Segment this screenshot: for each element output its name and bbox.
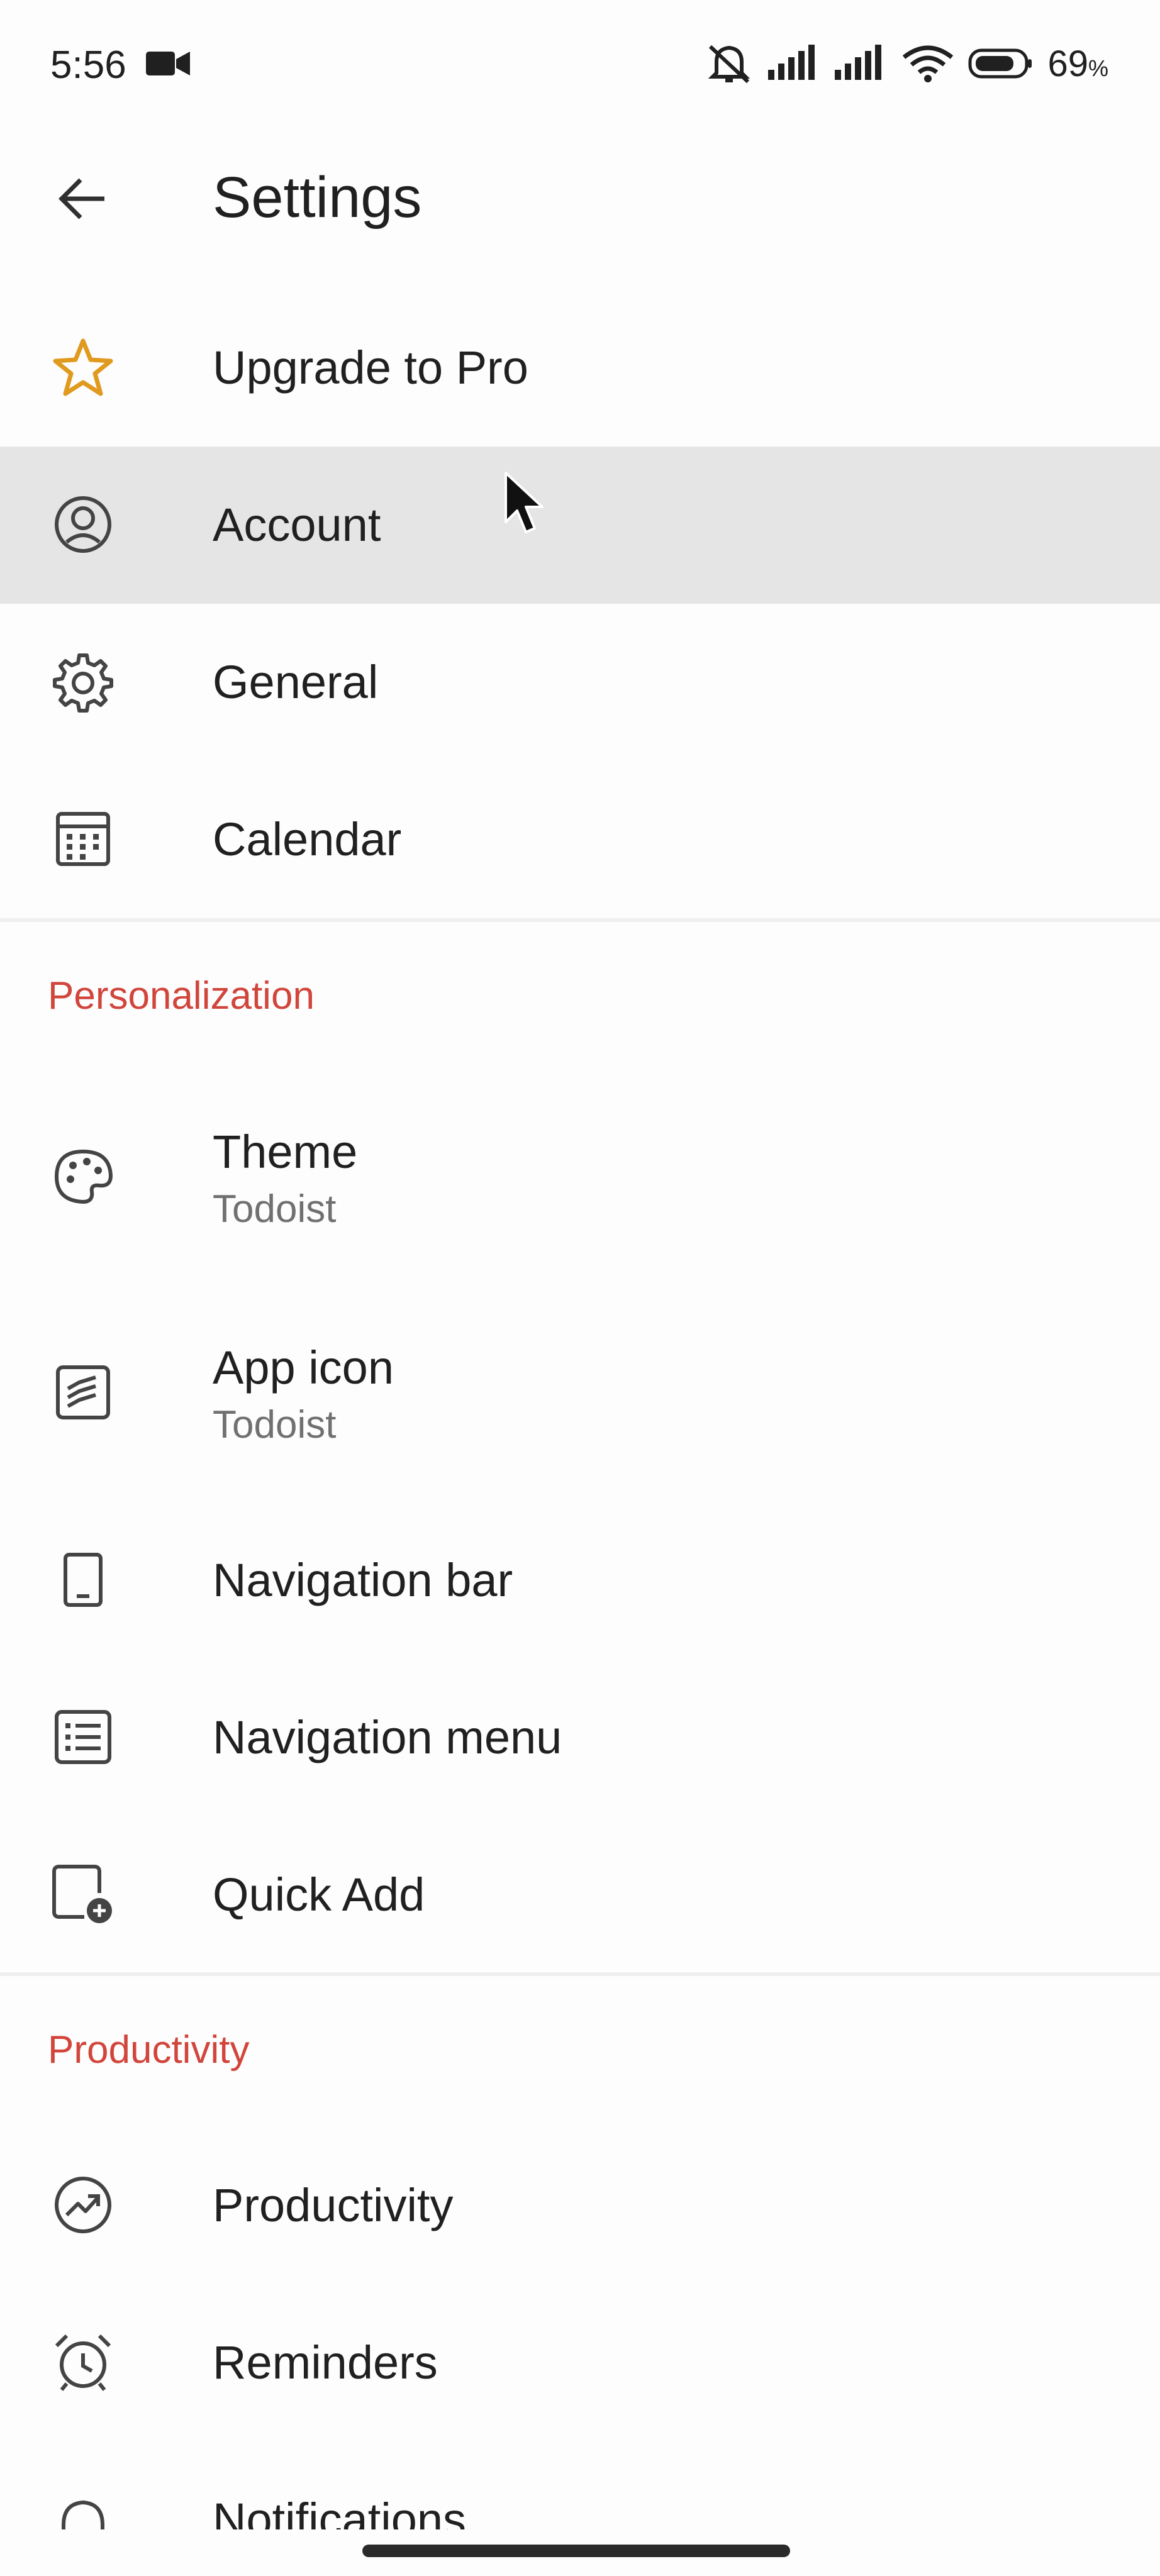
signal-icon <box>768 45 821 82</box>
settings-item-quick-add[interactable]: Quick Add <box>0 1816 1160 1974</box>
divider <box>0 918 1160 922</box>
settings-item-subtitle: Todoist <box>213 1187 337 1231</box>
settings-item-label: General <box>213 656 379 708</box>
settings-item-label: Reminders <box>213 2336 438 2389</box>
divider <box>0 1972 1160 1976</box>
settings-item-theme[interactable]: Theme Todoist <box>0 1097 1160 1255</box>
trend-icon <box>42 2163 125 2246</box>
phone-icon <box>42 1538 125 1621</box>
video-camera-icon <box>146 48 191 79</box>
battery-icon <box>968 47 1034 80</box>
settings-item-subtitle: Todoist <box>213 1403 337 1446</box>
mute-icon <box>704 42 754 86</box>
settings-item-label: Upgrade to Pro <box>213 341 528 394</box>
calendar-icon <box>42 797 125 880</box>
app-bar: Settings <box>0 132 1160 258</box>
section-header-productivity: Productivity <box>48 2028 250 2072</box>
signal-icon <box>835 45 888 82</box>
list-icon <box>42 1696 125 1779</box>
settings-item-label: Account <box>213 499 381 551</box>
star-icon <box>42 326 125 409</box>
settings-item-productivity[interactable]: Productivity <box>0 2127 1160 2284</box>
quick-add-icon <box>42 1853 125 1936</box>
status-time: 5:56 <box>50 43 126 87</box>
alarm-icon <box>42 2321 125 2404</box>
settings-item-label: Quick Add <box>213 1868 425 1921</box>
settings-item-label: Notifications <box>213 2494 467 2529</box>
arrow-left-icon <box>55 176 108 221</box>
battery-level: 69% <box>1047 43 1108 84</box>
settings-item-label: Theme <box>213 1126 358 1178</box>
settings-item-account[interactable]: Account <box>0 447 1160 604</box>
settings-item-label: Navigation menu <box>213 1711 562 1763</box>
settings-item-label: App icon <box>213 1341 394 1394</box>
status-icons: 69% <box>704 42 1108 86</box>
settings-item-label: Calendar <box>213 813 402 865</box>
status-bar: 5:56 69% <box>0 0 1160 132</box>
home-indicator[interactable] <box>362 2545 790 2557</box>
mouse-cursor <box>503 470 547 540</box>
settings-item-label: Navigation bar <box>213 1554 513 1606</box>
settings-item-label: Productivity <box>213 2179 454 2231</box>
settings-item-calendar[interactable]: Calendar <box>0 761 1160 918</box>
settings-item-navigation-menu[interactable]: Navigation menu <box>0 1659 1160 1816</box>
settings-item-navigation-bar[interactable]: Navigation bar <box>0 1502 1160 1659</box>
account-circle-icon <box>42 483 125 566</box>
settings-item-app-icon[interactable]: App icon Todoist <box>0 1313 1160 1470</box>
settings-item-upgrade-to-pro[interactable]: Upgrade to Pro <box>0 289 1160 447</box>
palette-icon <box>42 1135 125 1218</box>
section-header-personalization: Personalization <box>48 974 315 1018</box>
settings-item-general[interactable]: General <box>0 604 1160 761</box>
app-icon-icon <box>42 1351 125 1434</box>
back-button[interactable] <box>44 161 120 236</box>
settings-item-notifications[interactable]: Notifications <box>0 2441 1160 2529</box>
page-title: Settings <box>213 165 422 230</box>
settings-item-reminders[interactable]: Reminders <box>0 2284 1160 2441</box>
bell-icon <box>42 2482 125 2529</box>
wifi-icon <box>901 43 954 84</box>
gear-icon <box>42 640 125 723</box>
